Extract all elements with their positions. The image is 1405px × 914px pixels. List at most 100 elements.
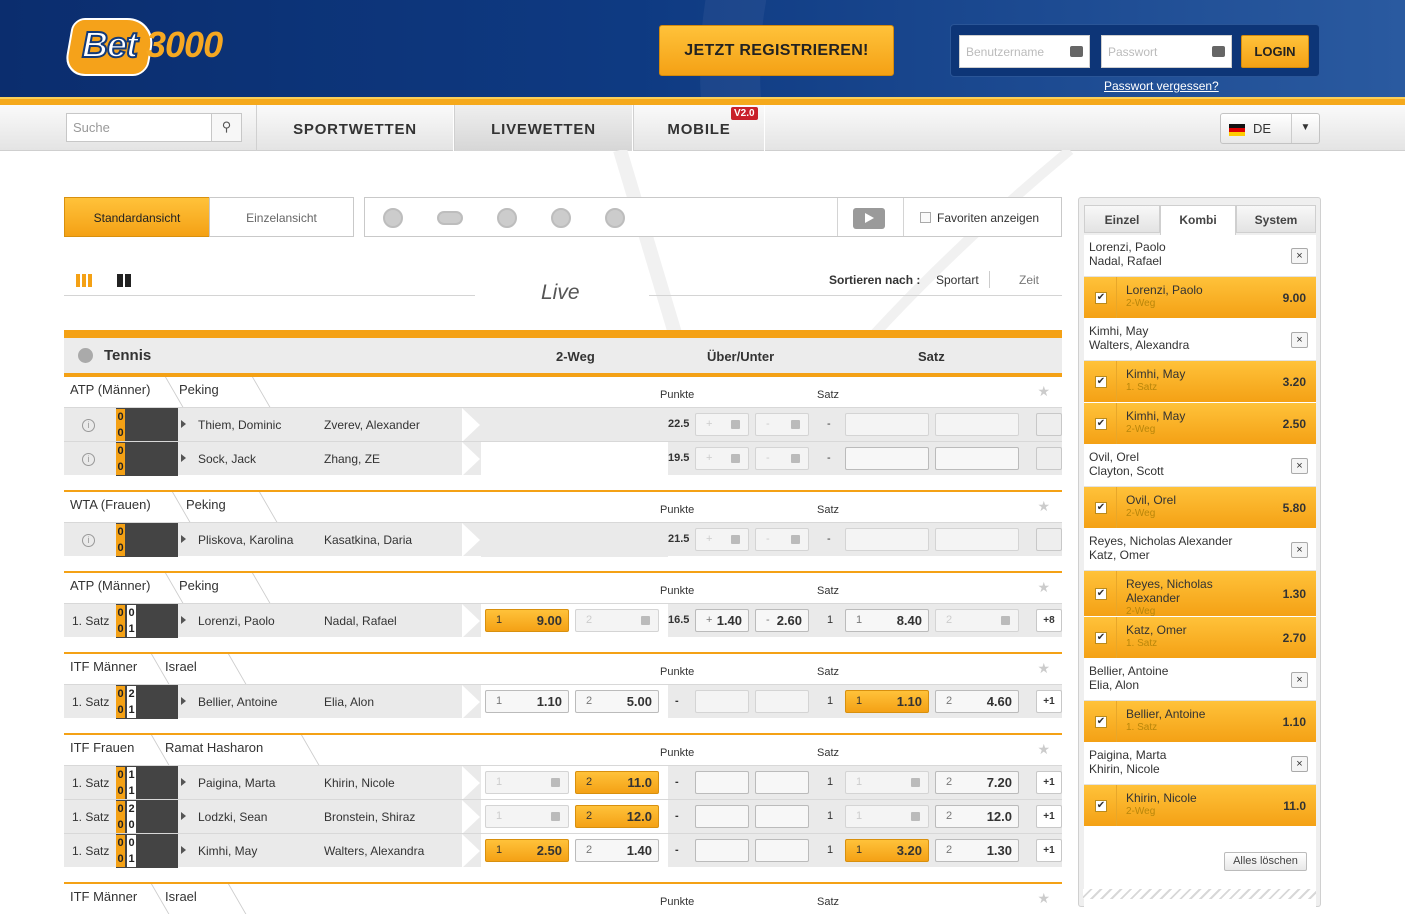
favorite-star-icon[interactable]: ★ bbox=[1037, 890, 1050, 907]
more-bets-button[interactable]: +1 bbox=[1036, 690, 1062, 713]
under-odds[interactable] bbox=[755, 771, 809, 794]
selection-checkbox[interactable]: ✔ bbox=[1095, 502, 1107, 514]
favorite-star-icon[interactable]: ★ bbox=[1037, 741, 1050, 758]
info-icon[interactable]: i bbox=[82, 453, 95, 466]
breadcrumb-category[interactable]: ITF Frauen bbox=[70, 740, 134, 755]
nav-livewetten[interactable]: LIVEWETTEN bbox=[454, 105, 633, 151]
hockey-puck-icon[interactable] bbox=[437, 211, 463, 225]
favorite-star-icon[interactable]: ★ bbox=[1037, 660, 1050, 677]
remove-match-button[interactable]: × bbox=[1291, 332, 1308, 348]
set-odds-2[interactable]: 2 4.60 bbox=[935, 690, 1019, 713]
tennis-icon[interactable] bbox=[497, 208, 517, 228]
nav-sportwetten[interactable]: SPORTWETTEN bbox=[256, 105, 454, 151]
keyboard-icon[interactable] bbox=[1070, 46, 1083, 57]
match-row[interactable]: 1. Satz 0 0 1 1 Paigina, Marta Khirin, Nicole 1… bbox=[64, 765, 1062, 800]
slip-selection[interactable]: ✔ Khirin, Nicole 2-Weg 11.0 bbox=[1084, 785, 1316, 827]
selection-checkbox[interactable]: ✔ bbox=[1095, 376, 1107, 388]
favorites-checkbox[interactable] bbox=[920, 212, 931, 223]
set-odds-2[interactable] bbox=[935, 413, 1019, 436]
expand-arrow-icon[interactable] bbox=[181, 697, 186, 705]
breadcrumb-location[interactable]: Israel bbox=[165, 659, 197, 674]
slip-selection[interactable]: ✔ Kimhi, May 1. Satz 3.20 bbox=[1084, 361, 1316, 403]
set-odds-1[interactable]: 1 1.10 bbox=[845, 690, 929, 713]
match-row[interactable]: 1. Satz 0 0 0 1 Kimhi, May Walters, Alexandra 1… bbox=[64, 833, 1062, 868]
expand-arrow-icon[interactable] bbox=[181, 778, 186, 786]
two-way-home[interactable]: 1 2.50 bbox=[485, 839, 569, 862]
under-odds[interactable] bbox=[755, 839, 809, 862]
set-odds-2[interactable]: 2 7.20 bbox=[935, 771, 1019, 794]
set-odds-1[interactable]: 1 bbox=[845, 771, 929, 794]
match-row[interactable]: 1. Satz 0 0 2 1 Bellier, Antoine Elia, Alon 1 1.… bbox=[64, 684, 1062, 719]
breadcrumb-location[interactable]: Ramat Hasharon bbox=[165, 740, 263, 755]
video-icon[interactable] bbox=[853, 208, 885, 229]
over-odds[interactable]: + bbox=[695, 413, 749, 436]
expand-arrow-icon[interactable] bbox=[181, 420, 186, 428]
match-row[interactable]: i 0 0 Thiem, Dominic Zverev, Alexander 22.5 + -… bbox=[64, 407, 1062, 442]
expand-arrow-icon[interactable] bbox=[181, 454, 186, 462]
slip-tab-system[interactable]: System bbox=[1236, 205, 1316, 233]
breadcrumb-category[interactable]: ATP (Männer) bbox=[70, 578, 150, 593]
favorite-star-icon[interactable]: ★ bbox=[1037, 579, 1050, 596]
two-way-home[interactable]: 1 bbox=[485, 771, 569, 794]
set-odds-2[interactable]: 2 1.30 bbox=[935, 839, 1019, 862]
remove-match-button[interactable]: × bbox=[1291, 756, 1308, 772]
two-way-away[interactable]: 2 bbox=[575, 609, 659, 632]
under-odds[interactable] bbox=[755, 805, 809, 828]
over-odds[interactable]: +1.40 bbox=[695, 609, 749, 632]
remove-match-button[interactable]: × bbox=[1291, 542, 1308, 558]
password-input[interactable]: Passwort bbox=[1101, 35, 1232, 68]
basketball-icon[interactable] bbox=[605, 208, 625, 228]
favorite-star-icon[interactable]: ★ bbox=[1037, 383, 1050, 400]
username-input[interactable]: Benutzername bbox=[959, 35, 1090, 68]
bet3000-logo[interactable]: Bet 3000 bbox=[62, 16, 240, 80]
single-view-tab[interactable]: Einzelansicht bbox=[209, 197, 354, 237]
keyboard-icon[interactable] bbox=[1212, 46, 1225, 57]
slip-selection[interactable]: ✔ Bellier, Antoine 1. Satz 1.10 bbox=[1084, 701, 1316, 743]
info-icon[interactable]: i bbox=[82, 419, 95, 432]
more-bets-button[interactable]: +8 bbox=[1036, 609, 1062, 632]
under-odds[interactable] bbox=[755, 690, 809, 713]
remove-match-button[interactable]: × bbox=[1291, 672, 1308, 688]
slip-selection[interactable]: ✔ Kimhi, May 2-Weg 2.50 bbox=[1084, 403, 1316, 445]
set-odds-2[interactable] bbox=[935, 447, 1019, 470]
set-odds-1[interactable] bbox=[845, 447, 929, 470]
remove-match-button[interactable]: × bbox=[1291, 458, 1308, 474]
selection-checkbox[interactable]: ✔ bbox=[1095, 588, 1107, 600]
soccer-icon[interactable] bbox=[383, 208, 403, 228]
grid-small-icon[interactable] bbox=[76, 274, 92, 287]
slip-tab-einzel[interactable]: Einzel bbox=[1084, 205, 1160, 233]
selection-checkbox[interactable]: ✔ bbox=[1095, 800, 1107, 812]
selection-checkbox[interactable]: ✔ bbox=[1095, 292, 1107, 304]
more-bets-button[interactable] bbox=[1036, 528, 1062, 551]
set-odds-2[interactable] bbox=[935, 528, 1019, 551]
breadcrumb-category[interactable]: ITF Männer bbox=[70, 889, 137, 904]
login-button[interactable]: LOGIN bbox=[1241, 35, 1309, 68]
set-odds-1[interactable] bbox=[845, 528, 929, 551]
set-odds-1[interactable] bbox=[845, 413, 929, 436]
under-odds[interactable]: - bbox=[755, 528, 809, 551]
under-odds[interactable]: - bbox=[755, 413, 809, 436]
set-odds-1[interactable]: 1 3.20 bbox=[845, 839, 929, 862]
more-bets-button[interactable] bbox=[1036, 413, 1062, 436]
favorites-toggle[interactable]: Favoriten anzeigen bbox=[920, 198, 1039, 238]
sort-by-sport[interactable]: Sportart bbox=[936, 273, 979, 287]
match-row[interactable]: i 0 0 Pliskova, Karolina Kasatkina, Daria 21.… bbox=[64, 522, 1062, 557]
two-way-home[interactable]: 1 1.10 bbox=[485, 690, 569, 713]
under-odds[interactable]: -2.60 bbox=[755, 609, 809, 632]
breadcrumb-location[interactable]: Peking bbox=[186, 497, 226, 512]
over-odds[interactable] bbox=[695, 839, 749, 862]
match-row[interactable]: 1. Satz 0 0 0 1 Lorenzi, Paolo Nadal, Rafael 1 9… bbox=[64, 603, 1062, 638]
forgot-password-link[interactable]: Passwort vergessen? bbox=[1104, 79, 1219, 93]
two-way-away[interactable]: 2 5.00 bbox=[575, 690, 659, 713]
standard-view-tab[interactable]: Standardansicht bbox=[64, 197, 210, 237]
expand-arrow-icon[interactable] bbox=[181, 846, 186, 854]
breadcrumb-location[interactable]: Peking bbox=[179, 382, 219, 397]
over-odds[interactable]: + bbox=[695, 528, 749, 551]
register-button[interactable]: JETZT REGISTRIEREN! bbox=[659, 25, 894, 76]
breadcrumb-location[interactable]: Israel bbox=[165, 889, 197, 904]
under-odds[interactable]: - bbox=[755, 447, 809, 470]
over-odds[interactable] bbox=[695, 771, 749, 794]
over-odds[interactable]: + bbox=[695, 447, 749, 470]
more-bets-button[interactable]: +1 bbox=[1036, 805, 1062, 828]
two-way-away[interactable]: 2 1.40 bbox=[575, 839, 659, 862]
